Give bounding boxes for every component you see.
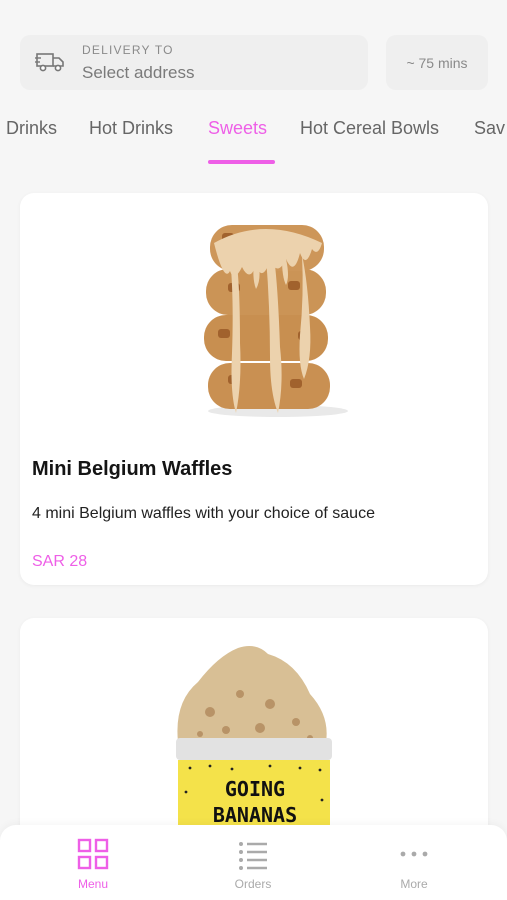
nav-item-more[interactable]: More [364,837,464,897]
product-image-waffles [204,225,348,417]
category-tabs: Drinks Hot Drinks Sweets Hot Cereal Bowl… [0,104,507,166]
nav-item-menu[interactable]: Menu [43,837,143,897]
tab-hot-cereal-bowls[interactable]: Hot Cereal Bowls [300,118,439,139]
list-icon [239,842,267,870]
tab-savory[interactable]: Sav [474,118,505,139]
delivery-truck-icon [35,53,64,72]
product-description: 4 mini Belgium waffles with your choice … [32,505,375,522]
active-tab-indicator [208,160,275,164]
product-image-jar: GOING BANANAS [176,646,332,832]
nav-label-menu: Menu [77,877,109,891]
nav-label-more: More [400,877,428,891]
product-card[interactable]: Mini Belgium Waffles 4 mini Belgium waff… [20,193,488,585]
delivery-caption: DELIVERY TO [82,43,174,57]
nav-label-orders: Orders [234,877,272,891]
product-title: Mini Belgium Waffles [32,458,233,480]
address-selector[interactable]: DELIVERY TO Select address [20,35,368,90]
grid-icon [77,838,109,870]
tab-sweets[interactable]: Sweets [208,118,267,139]
header: DELIVERY TO Select address ~ 75 mins [0,0,507,104]
address-placeholder: Select address [82,63,195,82]
tab-hot-drinks[interactable]: Hot Drinks [89,118,173,139]
more-dots-icon [400,851,428,857]
jar-label-line2: BANANAS [213,803,297,827]
eta-badge[interactable]: ~ 75 mins [386,35,488,90]
jar-label-line1: GOING [225,777,285,801]
nav-item-orders[interactable]: Orders [203,837,303,897]
bottom-navigation: Menu Orders More [0,825,507,900]
tab-drinks[interactable]: Drinks [6,118,57,139]
product-price: SAR 28 [32,553,88,570]
